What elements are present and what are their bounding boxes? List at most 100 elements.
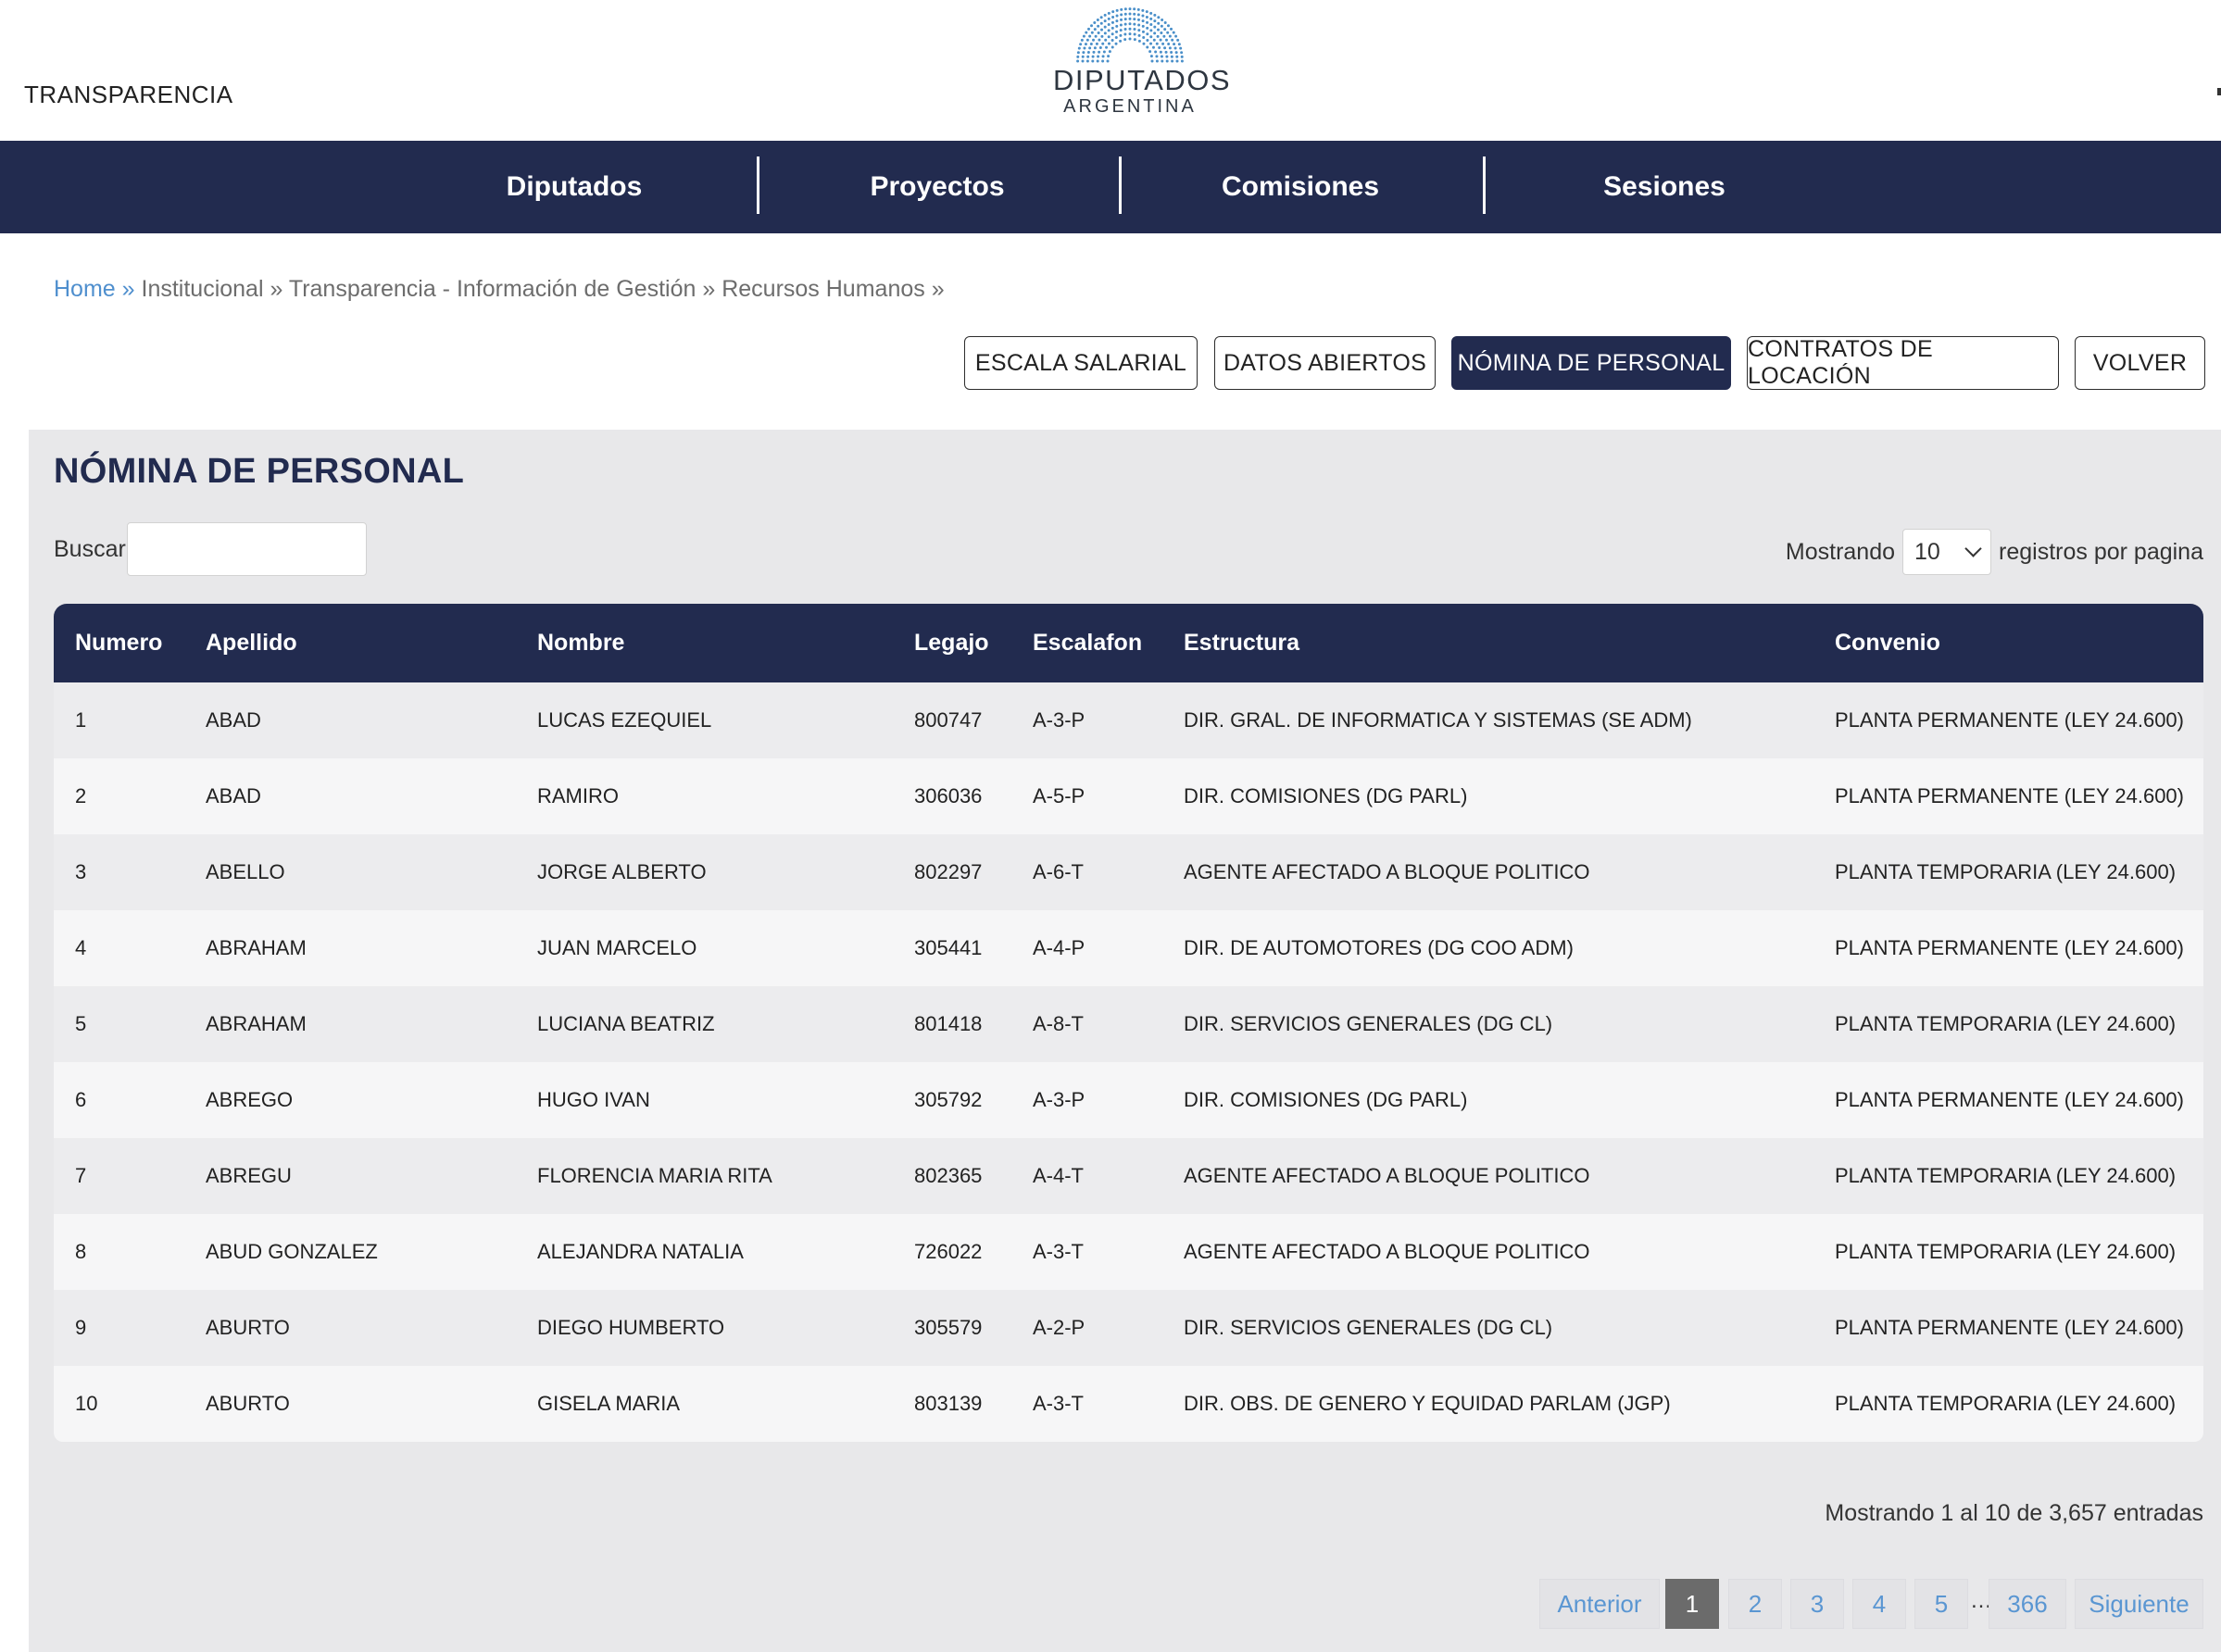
page-length-select[interactable]: 10 bbox=[1902, 529, 1992, 575]
column-header-convenio[interactable]: Convenio bbox=[1813, 604, 2203, 682]
table-row: 5 ABRAHAM LUCIANA BEATRIZ 801418 A-8-T D… bbox=[54, 986, 2203, 1062]
pagination-page-4[interactable]: 4 bbox=[1852, 1579, 1906, 1629]
header-edge-mark bbox=[2217, 88, 2221, 95]
escala-salarial-button[interactable]: ESCALA SALARIAL bbox=[964, 336, 1198, 390]
pagination: Anterior 1 2 3 4 5 … 366 Siguiente bbox=[29, 1579, 2221, 1629]
cell-escalafon: A-8-T bbox=[1011, 986, 1162, 1062]
breadcrumb: Home » Institucional » Transparencia - I… bbox=[54, 276, 945, 303]
cell-legajo: 802297 bbox=[893, 834, 1011, 910]
cell-convenio: PLANTA PERMANENTE (LEY 24.600) bbox=[1813, 682, 2203, 758]
pagination-page-2[interactable]: 2 bbox=[1728, 1579, 1782, 1629]
cell-convenio: PLANTA TEMPORARIA (LEY 24.600) bbox=[1813, 986, 2203, 1062]
cell-legajo: 305579 bbox=[893, 1290, 1011, 1366]
cell-apellido: ABRAHAM bbox=[184, 910, 516, 986]
cell-estructura: DIR. GRAL. DE INFORMATICA Y SISTEMAS (SE… bbox=[1162, 682, 1813, 758]
cell-nombre: HUGO IVAN bbox=[516, 1062, 893, 1138]
cell-convenio: PLANTA TEMPORARIA (LEY 24.600) bbox=[1813, 834, 2203, 910]
section-label[interactable]: TRANSPARENCIA bbox=[24, 81, 233, 109]
column-header-numero[interactable]: Numero bbox=[54, 604, 184, 682]
cell-apellido: ABRAHAM bbox=[184, 986, 516, 1062]
cell-apellido: ABURTO bbox=[184, 1290, 516, 1366]
cell-apellido: ABUD GONZALEZ bbox=[184, 1214, 516, 1290]
cell-convenio: PLANTA PERMANENTE (LEY 24.600) bbox=[1813, 1290, 2203, 1366]
cell-convenio: PLANTA TEMPORARIA (LEY 24.600) bbox=[1813, 1214, 2203, 1290]
cell-legajo: 802365 bbox=[893, 1138, 1011, 1214]
cell-estructura: DIR. COMISIONES (DG PARL) bbox=[1162, 758, 1813, 834]
panel-title: NÓMINA DE PERSONAL bbox=[54, 452, 465, 491]
table-row: 2 ABAD RAMIRO 306036 A-5-P DIR. COMISION… bbox=[54, 758, 2203, 834]
table-info: Mostrando 1 al 10 de 3,657 entradas bbox=[1825, 1500, 2203, 1526]
cell-estructura: DIR. SERVICIOS GENERALES (DG CL) bbox=[1162, 986, 1813, 1062]
cell-escalafon: A-2-P bbox=[1011, 1290, 1162, 1366]
table-row: 4 ABRAHAM JUAN MARCELO 305441 A-4-P DIR.… bbox=[54, 910, 2203, 986]
cell-legajo: 801418 bbox=[893, 986, 1011, 1062]
breadcrumb-home-link[interactable]: Home » bbox=[54, 276, 135, 302]
table-row: 9 ABURTO DIEGO HUMBERTO 305579 A-2-P DIR… bbox=[54, 1290, 2203, 1366]
cell-estructura: DIR. OBS. DE GENERO Y EQUIDAD PARLAM (JG… bbox=[1162, 1366, 1813, 1442]
action-bar: ESCALA SALARIAL DATOS ABIERTOS NÓMINA DE… bbox=[0, 336, 2221, 390]
nomina-de-personal-button[interactable]: NÓMINA DE PERSONAL bbox=[1451, 336, 1731, 390]
cell-nombre: ALEJANDRA NATALIA bbox=[516, 1214, 893, 1290]
cell-escalafon: A-6-T bbox=[1011, 834, 1162, 910]
table-row: 8 ABUD GONZALEZ ALEJANDRA NATALIA 726022… bbox=[54, 1214, 2203, 1290]
column-header-nombre[interactable]: Nombre bbox=[516, 604, 893, 682]
page-length-control: Mostrando 10 registros por pagina bbox=[1786, 529, 2203, 575]
nav-item-proyectos[interactable]: Proyectos bbox=[756, 141, 1119, 233]
pagination-prev[interactable]: Anterior bbox=[1539, 1579, 1660, 1629]
table-row: 10 ABURTO GISELA MARIA 803139 A-3-T DIR.… bbox=[54, 1366, 2203, 1442]
nav-item-diputados[interactable]: Diputados bbox=[393, 141, 756, 233]
pagination-page-3[interactable]: 3 bbox=[1790, 1579, 1844, 1629]
column-header-legajo[interactable]: Legajo bbox=[893, 604, 1011, 682]
nomina-panel: NÓMINA DE PERSONAL Buscar: Mostrando 10 … bbox=[29, 430, 2221, 1652]
nav-item-comisiones[interactable]: Comisiones bbox=[1119, 141, 1482, 233]
cell-estructura: DIR. COMISIONES (DG PARL) bbox=[1162, 1062, 1813, 1138]
cell-numero: 3 bbox=[54, 834, 184, 910]
table-row: 1 ABAD LUCAS EZEQUIEL 800747 A-3-P DIR. … bbox=[54, 682, 2203, 758]
cell-numero: 8 bbox=[54, 1214, 184, 1290]
cell-escalafon: A-3-T bbox=[1011, 1214, 1162, 1290]
column-header-apellido[interactable]: Apellido bbox=[184, 604, 516, 682]
cell-estructura: AGENTE AFECTADO A BLOQUE POLITICO bbox=[1162, 1214, 1813, 1290]
cell-numero: 10 bbox=[54, 1366, 184, 1442]
cell-nombre: JUAN MARCELO bbox=[516, 910, 893, 986]
nav-item-sesiones[interactable]: Sesiones bbox=[1483, 141, 1846, 233]
cell-numero: 1 bbox=[54, 682, 184, 758]
cell-estructura: DIR. DE AUTOMOTORES (DG COO ADM) bbox=[1162, 910, 1813, 986]
main-nav: Diputados Proyectos Comisiones Sesiones bbox=[0, 141, 2221, 233]
table-row: 3 ABELLO JORGE ALBERTO 802297 A-6-T AGEN… bbox=[54, 834, 2203, 910]
pagination-next[interactable]: Siguiente bbox=[2075, 1579, 2203, 1629]
cell-apellido: ABURTO bbox=[184, 1366, 516, 1442]
contratos-de-locacion-button[interactable]: CONTRATOS DE LOCACIÓN bbox=[1747, 336, 2059, 390]
table-row: 6 ABREGO HUGO IVAN 305792 A-3-P DIR. COM… bbox=[54, 1062, 2203, 1138]
cell-nombre: GISELA MARIA bbox=[516, 1366, 893, 1442]
personnel-table: Numero Apellido Nombre Legajo Escalafon … bbox=[54, 604, 2203, 1442]
cell-numero: 2 bbox=[54, 758, 184, 834]
cell-convenio: PLANTA TEMPORARIA (LEY 24.600) bbox=[1813, 1366, 2203, 1442]
cell-legajo: 305792 bbox=[893, 1062, 1011, 1138]
cell-apellido: ABREGO bbox=[184, 1062, 516, 1138]
chevron-down-icon bbox=[1964, 539, 1982, 557]
site-logo[interactable]: DIPUTADOS ARGENTINA bbox=[1053, 4, 1230, 120]
cell-convenio: PLANTA PERMANENTE (LEY 24.600) bbox=[1813, 910, 2203, 986]
pagination-page-5[interactable]: 5 bbox=[1914, 1579, 1968, 1629]
hemicycle-seats-icon bbox=[1076, 7, 1184, 63]
datos-abiertos-button[interactable]: DATOS ABIERTOS bbox=[1214, 336, 1436, 390]
column-header-estructura[interactable]: Estructura bbox=[1162, 604, 1813, 682]
pagination-page-last[interactable]: 366 bbox=[1989, 1579, 2066, 1629]
logo-country: ARGENTINA bbox=[1063, 96, 1197, 117]
cell-numero: 6 bbox=[54, 1062, 184, 1138]
cell-escalafon: A-4-T bbox=[1011, 1138, 1162, 1214]
search-input[interactable] bbox=[127, 522, 367, 576]
breadcrumb-path: Institucional » Transparencia - Informac… bbox=[134, 276, 945, 302]
cell-nombre: FLORENCIA MARIA RITA bbox=[516, 1138, 893, 1214]
cell-apellido: ABAD bbox=[184, 758, 516, 834]
cell-escalafon: A-5-P bbox=[1011, 758, 1162, 834]
cell-convenio: PLANTA TEMPORARIA (LEY 24.600) bbox=[1813, 1138, 2203, 1214]
volver-button[interactable]: VOLVER bbox=[2075, 336, 2205, 390]
cell-escalafon: A-4-P bbox=[1011, 910, 1162, 986]
pagination-page-1[interactable]: 1 bbox=[1665, 1579, 1719, 1629]
cell-apellido: ABAD bbox=[184, 682, 516, 758]
cell-numero: 5 bbox=[54, 986, 184, 1062]
column-header-escalafon[interactable]: Escalafon bbox=[1011, 604, 1162, 682]
table-row: 7 ABREGU FLORENCIA MARIA RITA 802365 A-4… bbox=[54, 1138, 2203, 1214]
